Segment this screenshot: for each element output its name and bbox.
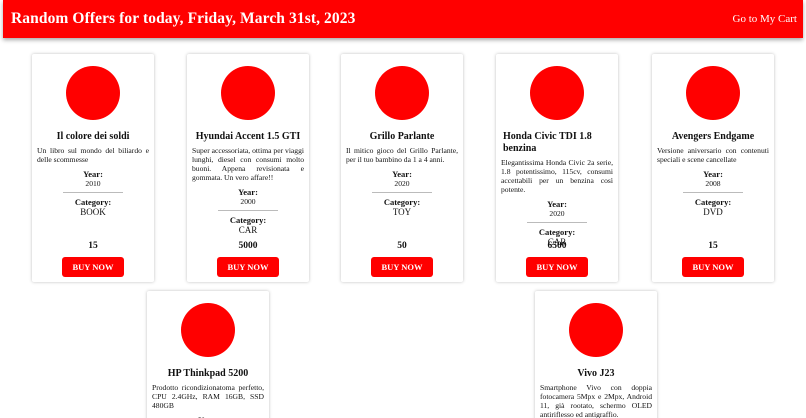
year-label: Year: bbox=[392, 169, 412, 179]
category-label: Category: bbox=[383, 197, 421, 207]
product-image bbox=[66, 66, 120, 120]
divider bbox=[683, 192, 743, 193]
go-to-cart-link[interactable]: Go to My Cart bbox=[733, 13, 797, 25]
divider bbox=[372, 192, 432, 193]
product-price: 15 bbox=[708, 241, 718, 251]
divider bbox=[63, 192, 123, 193]
buy-now-button[interactable]: BUY NOW bbox=[682, 257, 744, 277]
product-price: 5000 bbox=[238, 241, 258, 251]
product-name: Il colore dei soldi bbox=[56, 131, 130, 142]
category-label: Category: bbox=[74, 197, 112, 207]
year-value: 2010 bbox=[85, 179, 101, 188]
buy-now-button[interactable]: BUY NOW bbox=[62, 257, 124, 277]
buy-now-button[interactable]: BUY NOW bbox=[217, 257, 279, 277]
product-image bbox=[221, 66, 275, 120]
year-label: Year: bbox=[238, 187, 258, 197]
product-name: Hyundai Accent 1.5 GTI bbox=[195, 131, 301, 142]
product-card: Hyundai Accent 1.5 GTI Super accessoriat… bbox=[187, 54, 309, 282]
product-card: Vivo J23 Smartphone Vivo con doppia foto… bbox=[535, 291, 657, 418]
product-name: Avengers Endgame bbox=[671, 131, 755, 142]
category-label: Category: bbox=[694, 197, 732, 207]
category-value: BOOK bbox=[80, 207, 106, 217]
product-description: Versione aniversario con contenuti speci… bbox=[657, 146, 769, 164]
product-name: Honda Civic TDI 1.8 benzina bbox=[503, 131, 592, 154]
product-card: Avengers Endgame Versione aniversario co… bbox=[652, 54, 774, 282]
year-value: 2020 bbox=[549, 209, 565, 218]
year-label: Year: bbox=[703, 169, 723, 179]
product-image bbox=[530, 66, 584, 120]
category-value: TOY bbox=[392, 207, 412, 217]
product-price: 15 bbox=[88, 241, 98, 251]
year-value: 2020 bbox=[394, 179, 410, 188]
top-header: Random Offers for today, Friday, March 3… bbox=[3, 0, 803, 38]
year-value: 2008 bbox=[705, 179, 721, 188]
product-name: Vivo J23 bbox=[577, 368, 615, 379]
divider bbox=[527, 222, 587, 223]
year-label: Year: bbox=[83, 169, 103, 179]
category-label: Category: bbox=[538, 227, 576, 237]
year-value: 2000 bbox=[240, 197, 256, 206]
product-price: 6500 bbox=[547, 241, 567, 251]
product-description: Prodotto ricondizionatoma perfetto, CPU … bbox=[152, 383, 264, 410]
buy-now-button[interactable]: BUY NOW bbox=[526, 257, 588, 277]
category-label: Category: bbox=[229, 215, 267, 225]
divider bbox=[218, 210, 278, 211]
product-image bbox=[569, 303, 623, 357]
product-card: HP Thinkpad 5200 Prodotto ricondizionato… bbox=[147, 291, 269, 418]
page-title: Random Offers for today, Friday, March 3… bbox=[11, 10, 356, 27]
category-value: CAR bbox=[238, 225, 258, 235]
product-description: Il mitico gioco del Grillo Parlante, per… bbox=[346, 146, 458, 164]
product-description: Smartphone Vivo con doppia fotocamera 5M… bbox=[540, 383, 652, 418]
product-image bbox=[375, 66, 429, 120]
buy-now-button[interactable]: BUY NOW bbox=[371, 257, 433, 277]
product-card: Honda Civic TDI 1.8 benzina Elegantissim… bbox=[496, 54, 618, 282]
category-value: DVD bbox=[703, 207, 723, 217]
year-label: Year: bbox=[547, 199, 567, 209]
product-name: HP Thinkpad 5200 bbox=[167, 368, 249, 379]
product-card: Il colore dei soldi Un libro sul mondo d… bbox=[32, 54, 154, 282]
product-name: Grillo Parlante bbox=[369, 131, 435, 142]
product-card: Grillo Parlante Il mitico gioco del Gril… bbox=[341, 54, 463, 282]
product-description: Un libro sul mondo del biliardo e delle … bbox=[37, 146, 149, 164]
product-price: 50 bbox=[397, 241, 407, 251]
product-image bbox=[181, 303, 235, 357]
product-image bbox=[686, 66, 740, 120]
product-description: Super accessoriata, ottima per viaggi lu… bbox=[192, 146, 304, 182]
product-description: Elegantissima Honda Civic 2a serie, 1.8 … bbox=[501, 158, 613, 194]
